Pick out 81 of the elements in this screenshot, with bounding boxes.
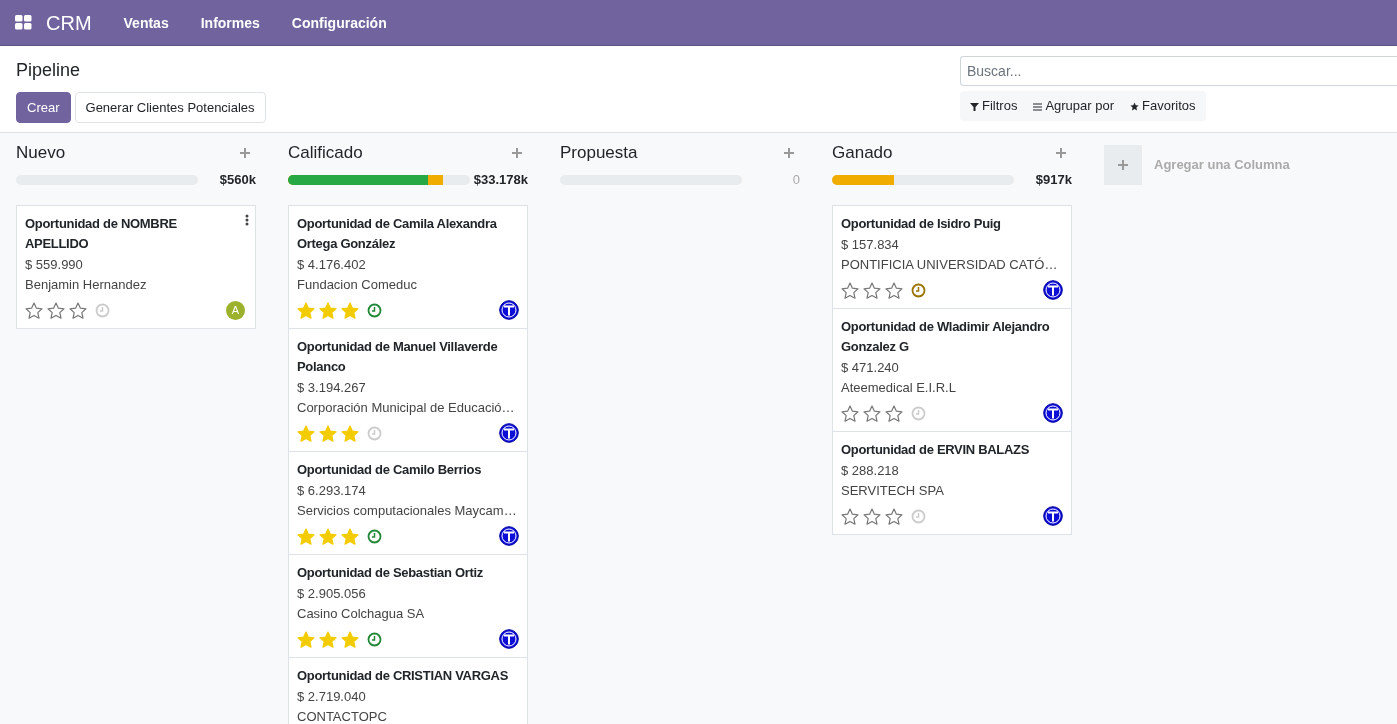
card-customer: Servicios computacionales Maycam… [297,502,518,520]
card-amount: $ 2.905.056 [297,585,367,603]
create-button[interactable]: Crear [16,92,71,123]
company-logo-icon [1043,506,1063,526]
card-title: Oportunidad de Camilo Berrios [297,461,483,479]
filter-menu-button[interactable]: Favoritos [1122,91,1204,121]
add-icon[interactable] [1056,148,1066,158]
star-icon[interactable] [863,404,881,422]
user-avatar: A [226,300,245,320]
card-title: Oportunidad de Manuel Villaverde Polanco [297,338,499,376]
star-icon[interactable] [69,301,87,319]
nav-menu-item[interactable]: Ventas [107,0,185,46]
card-customer: Benjamin Hernandez [25,276,148,294]
card-title: Oportunidad de CRISTIAN VARGAS [297,667,510,685]
card-title: Oportunidad de Camila Alexandra Ortega González [297,215,498,253]
card-amount: $ 4.176.402 [297,256,367,274]
apps-menu-icon[interactable] [15,15,32,30]
column-title: Calificado [288,142,363,165]
card-title: Oportunidad de Wladimir Alejandro Gonzalez G [841,318,1051,356]
card-amount: $ 6.293.174 [297,482,367,500]
add-icon[interactable] [512,148,522,158]
company-logo-icon [499,300,519,320]
card-customer: Ateemedical E.I.R.L [841,379,957,397]
column-total: $917k [1035,171,1072,190]
filter-menu-button[interactable]: Filtros [962,91,1026,121]
column-total: $560k [219,171,256,190]
column-title: Nuevo [16,142,66,165]
card-title: Oportunidad de Sebastian Ortiz [297,564,485,582]
star-icon[interactable] [841,507,859,525]
page-title: Pipeline [16,59,82,82]
card-amount: $ 2.719.040 [297,688,367,706]
card-title: Oportunidad de Isidro Puig [841,215,1002,233]
card-customer: Fundacion Comeduc [297,276,418,294]
star-icon[interactable] [885,404,903,422]
clock-icon[interactable] [367,528,382,544]
company-logo-icon [499,423,519,443]
card-amount: $ 288.218 [841,462,900,480]
opportunity-card[interactable]: Oportunidad de CRISTIAN VARGAS $ 2.719.040 CONTACTOPC [289,657,527,724]
column-total: 0 [792,171,800,190]
star-icon[interactable] [885,507,903,525]
clock-icon[interactable] [367,631,382,647]
card-customer: SERVITECH SPA [841,482,945,500]
card-customer: Corporación Municipal de Educació… [297,399,516,417]
add-column-icon[interactable] [1104,145,1142,185]
filter-icon[interactable] [970,101,979,111]
card-amount: $ 3.194.267 [297,379,367,397]
star-icon[interactable] [1130,101,1140,111]
add-icon[interactable] [784,148,794,158]
card-title: Oportunidad de ERVIN BALAZS [841,441,1031,459]
column-title: Ganado [832,142,893,165]
star-icon[interactable] [25,301,43,319]
star-icon[interactable] [885,281,903,299]
card-amount: $ 471.240 [841,359,900,377]
company-logo-icon [1043,280,1063,300]
list-icon[interactable] [1033,101,1043,111]
star-icon[interactable] [863,507,881,525]
card-customer: Casino Colchagua SA [297,605,426,623]
clock-icon[interactable] [911,282,926,298]
star-icon[interactable] [841,281,859,299]
filter-menu-button[interactable]: Agrupar por [1025,91,1123,121]
card-title: Oportunidad de NOMBRE APELLIDO [25,215,178,253]
generate-leads-button[interactable]: Generar Clientes Potenciales [74,92,266,123]
star-icon[interactable] [47,301,65,319]
company-logo-icon [1043,403,1063,423]
add-icon[interactable] [240,148,250,158]
company-logo-icon [499,629,519,649]
search-field[interactable]: Buscar... [960,56,1397,86]
clock-icon[interactable] [367,302,382,318]
star-icon[interactable] [863,281,881,299]
card-amount: $ 559.990 [25,256,84,274]
nav-menu-item[interactable]: Configuración [275,0,403,46]
card-customer: CONTACTOPC [297,708,388,724]
star-icon[interactable] [841,404,859,422]
column-title: Propuesta [560,142,638,165]
column-total: $33.178k [473,171,528,190]
more-options-icon[interactable] [245,214,249,226]
app-name[interactable]: CRM [46,7,92,38]
company-logo-icon [499,526,519,546]
card-amount: $ 157.834 [841,236,900,254]
card-customer: PONTIFICIA UNIVERSIDAD CATÓ… [841,256,1059,274]
nav-menu-item[interactable]: Informes [184,0,276,46]
